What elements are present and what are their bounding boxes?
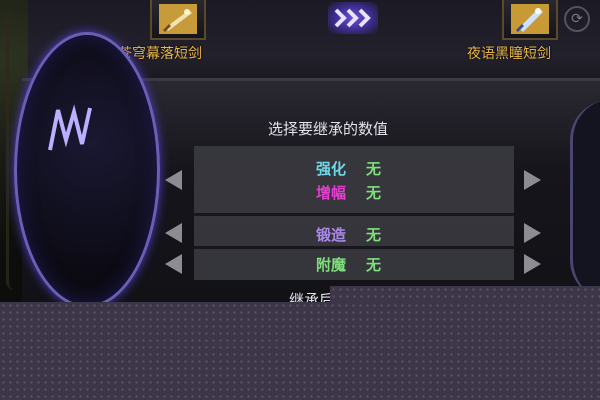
panel-title: 选择要继承的数值 <box>268 120 389 138</box>
dotted-overlay <box>0 302 600 400</box>
stat-value-amplify: 无 <box>366 184 382 202</box>
row-divider <box>194 213 514 216</box>
right-arrow-icon[interactable] <box>520 252 544 276</box>
rune-glyph-icon <box>48 104 92 151</box>
left-arrow-icon[interactable] <box>162 168 186 192</box>
stat-label-enhance: 强化 <box>316 160 347 178</box>
sword-item-icon <box>159 4 197 34</box>
transfer-arrows <box>328 2 378 34</box>
rune-orb-right <box>570 100 600 300</box>
right-arrow-icon[interactable] <box>520 221 544 245</box>
left-arrow-icon[interactable] <box>162 221 186 245</box>
stat-label-enchant: 附魔 <box>316 256 347 274</box>
triple-chevron-icon <box>334 8 371 28</box>
row-divider <box>194 246 514 249</box>
weapon-inherit-screen: 苍穹幕落短剑 夜语黑瞳短剑 ⟳ 选择要继承的数值 强化 无 增幅 无 锻造 无 … <box>0 0 600 400</box>
right-arrow-icon[interactable] <box>520 168 544 192</box>
stat-value-enhance: 无 <box>366 160 382 178</box>
left-arrow-icon[interactable] <box>162 252 186 276</box>
target-item-slot[interactable] <box>502 0 558 40</box>
target-item-name: 夜语黑瞳短剑 <box>467 46 551 62</box>
stat-value-forge: 无 <box>366 226 382 244</box>
stat-label-forge: 锻造 <box>316 226 347 244</box>
stat-value-enchant: 无 <box>366 256 382 274</box>
stat-label-amplify: 增幅 <box>316 184 347 202</box>
sword-item-icon <box>511 4 549 34</box>
refresh-icon[interactable]: ⟳ <box>564 6 590 32</box>
source-item-slot[interactable] <box>150 0 206 40</box>
rune-orb-left <box>14 32 160 308</box>
